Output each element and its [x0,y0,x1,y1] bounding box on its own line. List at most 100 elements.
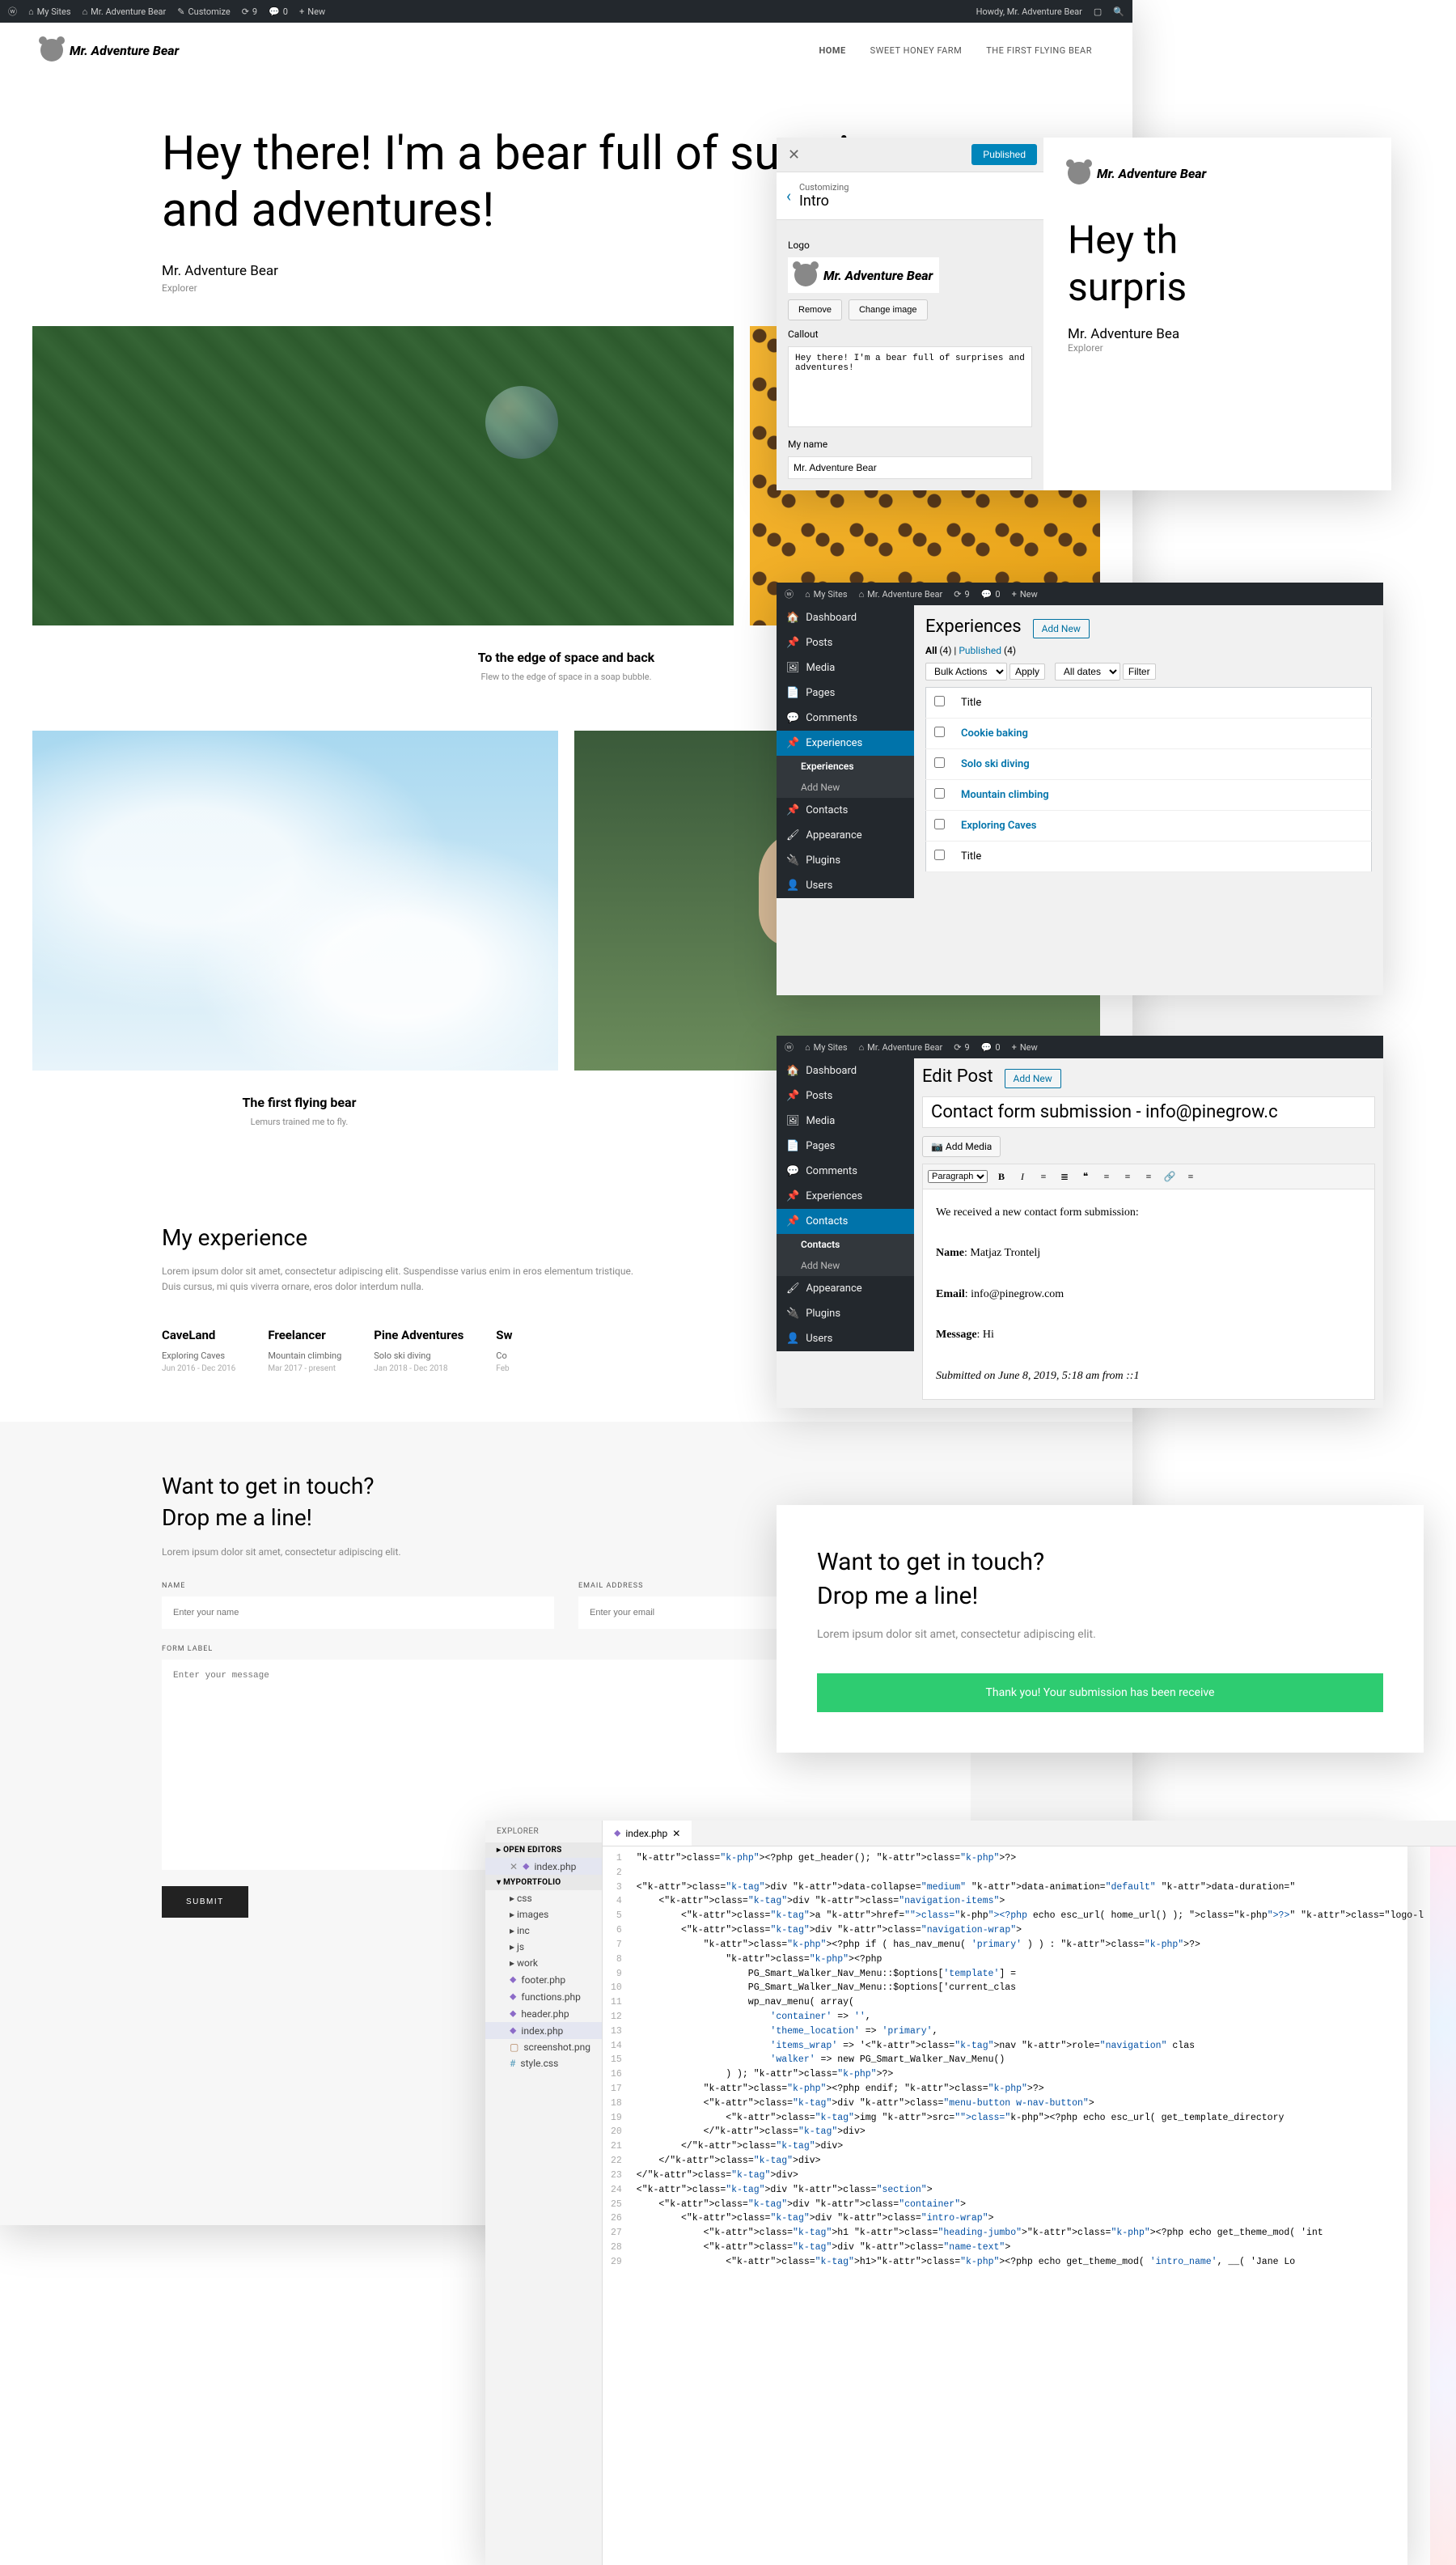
editor-content[interactable]: We received a new contact form submissio… [922,1189,1375,1400]
updates-link[interactable]: ⟳ 9 [954,589,969,600]
change-image-button[interactable]: Change image [849,299,928,320]
updates-link[interactable]: ⟳ 9 [242,6,257,17]
new-link[interactable]: + New [1012,1042,1038,1053]
tree-item[interactable]: ▸ js [485,1939,602,1955]
filter-button[interactable]: Filter [1123,664,1156,680]
row-link[interactable]: Mountain climbing [961,789,1049,801]
site-name-link[interactable]: ⌂ Mr. Adventure Bear [859,589,943,600]
menu-comments[interactable]: 💬 Comments [777,706,914,731]
menu-pages[interactable]: 📄 Pages [777,680,914,706]
menu-posts[interactable]: 📌 Posts [777,1083,914,1109]
add-new-button[interactable]: Add New [1005,1069,1061,1088]
tree-item[interactable]: ⬥ footer.php [485,1971,602,1988]
wp-logo-icon[interactable]: ⓦ [785,1041,794,1054]
submit-button[interactable]: SUBMIT [162,1886,248,1918]
tree-item[interactable]: ▸ css [485,1890,602,1906]
submenu-addnew[interactable]: Add New [777,1255,914,1276]
menu-dashboard[interactable]: 🏠 Dashboard [777,1058,914,1083]
close-icon[interactable]: ✕ [783,146,805,163]
format-select[interactable]: Paragraph [928,1170,988,1183]
nav-flying[interactable]: THE FIRST FLYING BEAR [986,45,1092,56]
my-sites-link[interactable]: ⌂ My Sites [805,589,848,600]
col-title[interactable]: Title [953,688,1372,719]
nav-home[interactable]: HOME [819,45,845,56]
row-link[interactable]: Exploring Caves [961,820,1036,832]
add-new-button[interactable]: Add New [1033,619,1090,638]
align-right-icon[interactable]: ≡ [1141,1169,1156,1184]
menu-media[interactable]: 🖼 Media [777,1109,914,1134]
back-icon[interactable]: ‹ [786,186,791,206]
tree-item[interactable]: ▢ screenshot.png [485,2039,602,2055]
customize-link[interactable]: ✎ Customize [177,6,230,17]
row-link[interactable]: Solo ski diving [961,758,1030,770]
ol-icon[interactable]: ≣ [1057,1169,1072,1184]
search-icon[interactable]: 🔍 [1113,6,1124,17]
tree-item[interactable]: # style.css [485,2055,602,2071]
submenu-contacts[interactable]: Contacts [777,1234,914,1255]
project-section[interactable]: ▾ MYPORTFOLIO [485,1875,602,1890]
comments-link[interactable]: 💬 0 [981,589,1001,600]
wp-logo-icon[interactable]: ⓦ [785,587,794,600]
more-icon[interactable]: ≡ [1183,1169,1198,1184]
tab-close-icon[interactable]: ✕ [672,1828,680,1839]
remove-button[interactable]: Remove [788,299,842,320]
menu-posts[interactable]: 📌 Posts [777,630,914,655]
menu-appearance[interactable]: 🖌 Appearance [777,1276,914,1301]
howdy-user[interactable]: Howdy, Mr. Adventure Bear [976,6,1082,17]
menu-media[interactable]: 🖼 Media [777,655,914,680]
menu-plugins[interactable]: 🔌 Plugins [777,1301,914,1326]
site-name-link[interactable]: ⌂ Mr. Adventure Bear [83,6,167,17]
ul-icon[interactable]: ≡ [1036,1169,1051,1184]
tree-item[interactable]: ▸ images [485,1906,602,1923]
tree-item[interactable]: ▸ work [485,1955,602,1971]
open-file-index[interactable]: ✕ ⬥ index.php [485,1858,602,1875]
avatar-icon[interactable]: ▢ [1094,6,1102,17]
menu-experiences[interactable]: 📌 Experiences [777,731,914,756]
menu-users[interactable]: 👤 Users [777,1326,914,1351]
comments-link[interactable]: 💬 0 [269,6,288,17]
callout-textarea[interactable]: Hey there! I'm a bear full of surprises … [788,346,1032,427]
menu-contacts[interactable]: 📌 Contacts [777,798,914,823]
minimap[interactable] [1430,1846,1456,2565]
select-all-checkbox[interactable] [934,696,945,706]
row-checkbox[interactable] [934,819,945,829]
link-icon[interactable]: 🔗 [1162,1169,1177,1184]
tree-item[interactable]: ⬥ header.php [485,2005,602,2022]
row-checkbox[interactable] [934,757,945,768]
row-checkbox[interactable] [934,788,945,799]
published-button[interactable]: Published [971,144,1037,165]
updates-link[interactable]: ⟳ 9 [954,1042,969,1053]
bold-icon[interactable]: B [994,1169,1009,1184]
tree-item[interactable]: ▸ inc [485,1923,602,1939]
apply-button[interactable]: Apply [1009,664,1045,680]
new-link[interactable]: + New [299,6,325,17]
myname-input[interactable] [788,456,1032,479]
menu-pages[interactable]: 📄 Pages [777,1134,914,1159]
menu-appearance[interactable]: 🖌 Appearance [777,823,914,848]
site-logo[interactable]: Mr. Adventure Bear [40,39,179,61]
add-media-button[interactable]: 📷 Add Media [922,1136,1001,1157]
my-sites-link[interactable]: ⌂ My Sites [28,6,71,17]
site-name-link[interactable]: ⌂ Mr. Adventure Bear [859,1042,943,1053]
submenu-addnew[interactable]: Add New [777,777,914,798]
row-checkbox[interactable] [934,727,945,737]
tree-item[interactable]: ⬥ index.php [485,2022,602,2039]
wp-logo-icon[interactable]: ⓦ [8,5,17,18]
submenu-experiences[interactable]: Experiences [777,756,914,777]
tree-item[interactable]: ⬥ functions.php [485,1988,602,2005]
menu-users[interactable]: 👤 Users [777,873,914,898]
bulk-actions-select[interactable]: Bulk Actions [925,663,1007,680]
comments-link[interactable]: 💬 0 [981,1042,1001,1053]
menu-contacts[interactable]: 📌 Contacts [777,1209,914,1234]
name-input[interactable] [162,1596,554,1629]
my-sites-link[interactable]: ⌂ My Sites [805,1042,848,1053]
new-link[interactable]: + New [1012,589,1038,600]
quote-icon[interactable]: ❝ [1078,1169,1093,1184]
align-center-icon[interactable]: ≡ [1120,1169,1135,1184]
open-editors-section[interactable]: ▸ OPEN EDITORS [485,1842,602,1858]
dates-select[interactable]: All dates [1055,663,1120,680]
tab-index[interactable]: ⬥ index.php ✕ [603,1821,692,1846]
menu-experiences[interactable]: 📌 Experiences [777,1184,914,1209]
menu-dashboard[interactable]: 🏠 Dashboard [777,605,914,630]
align-left-icon[interactable]: ≡ [1099,1169,1114,1184]
